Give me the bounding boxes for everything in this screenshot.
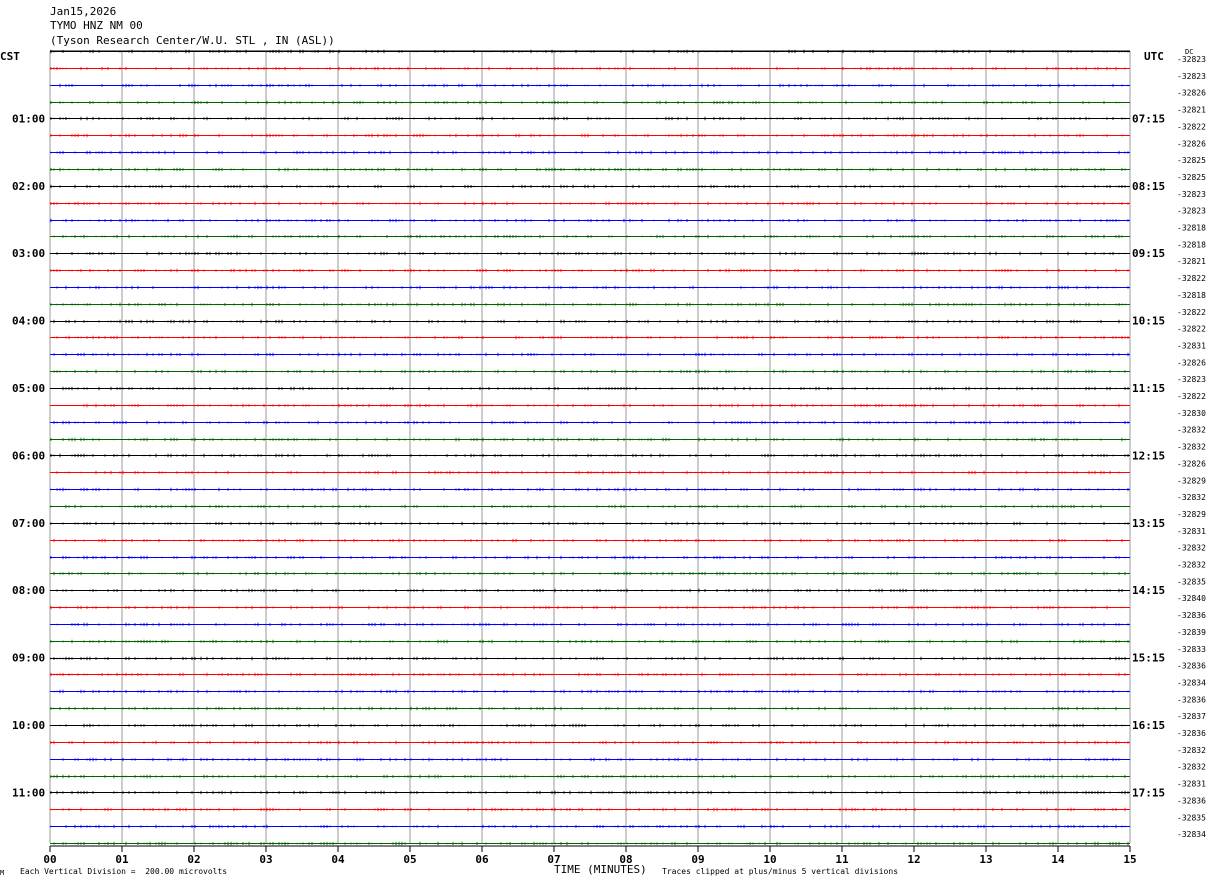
dc-offset-label: -32836: [1177, 695, 1206, 704]
x-tick-label: 02: [187, 853, 200, 866]
x-tick-label: 01: [115, 853, 129, 866]
left-hour-label: 06:00: [12, 449, 45, 462]
dc-offset-label: -32834: [1177, 678, 1206, 687]
dc-offset-label: -32822: [1177, 325, 1206, 334]
left-hour-label: 11:00: [12, 786, 45, 799]
x-tick-label: 05: [403, 853, 416, 866]
right-hour-label: 09:15: [1132, 247, 1165, 260]
dc-offset-label: -32826: [1177, 139, 1206, 148]
x-tick-label: 03: [259, 853, 272, 866]
dc-offset-label: -32823: [1177, 190, 1206, 199]
dc-offset-label: -32832: [1177, 763, 1206, 772]
left-hour-label: 10:00: [12, 719, 45, 732]
dc-offset-label: -32832: [1177, 493, 1206, 502]
left-hour-label: 01:00: [12, 112, 45, 125]
corner-mark: M: [0, 869, 5, 877]
dc-offset-label: -32836: [1177, 662, 1206, 671]
helicorder-plot: 00 01 02 03 04 05 06 07 08 09 10 11 12 13 14 1501:00 07:…: [12, 49, 1206, 866]
dc-offset-label: -32821: [1177, 257, 1206, 266]
left-hour-label: 02:00: [12, 180, 45, 193]
x-tick-label: 14: [1051, 853, 1065, 866]
dc-offset-label: -32826: [1177, 358, 1206, 367]
x-tick-label: 06: [475, 853, 489, 866]
right-hour-label: 12:15: [1132, 449, 1165, 462]
right-hour-label: 11:15: [1132, 382, 1165, 395]
dc-offset-label: -32832: [1177, 561, 1206, 570]
right-hour-label: 15:15: [1132, 652, 1165, 665]
dc-offset-label: -32839: [1177, 628, 1206, 637]
dc-offset-label: -32825: [1177, 173, 1206, 182]
dc-offset-label: -32832: [1177, 443, 1206, 452]
right-hour-label: 14:15: [1132, 584, 1165, 597]
dc-offset-label: -32836: [1177, 611, 1206, 620]
dc-offset-label: -32832: [1177, 746, 1206, 755]
x-axis-label: TIME (MINUTES): [554, 863, 647, 876]
left-hour-label: 04:00: [12, 315, 45, 328]
dc-offset-label: -32837: [1177, 712, 1206, 721]
x-tick-label: 12: [907, 853, 920, 866]
dc-offset-label: -32829: [1177, 476, 1206, 485]
dc-offset-label: -32830: [1177, 409, 1206, 418]
left-hour-label: 03:00: [12, 247, 45, 260]
left-hour-label: 08:00: [12, 584, 45, 597]
dc-offset-label: -32829: [1177, 510, 1206, 519]
dc-offset-label: -32836: [1177, 729, 1206, 738]
dc-offset-label: -32818: [1177, 291, 1206, 300]
x-tick-label: 04: [331, 853, 345, 866]
x-tick-label: 09: [691, 853, 704, 866]
dc-offset-label: -32825: [1177, 156, 1206, 165]
right-hour-label: 10:15: [1132, 315, 1165, 328]
dc-offset-label: -32818: [1177, 240, 1206, 249]
dc-offset-label: -32822: [1177, 308, 1206, 317]
right-hour-label: 08:15: [1132, 180, 1165, 193]
dc-offset-label: -32834: [1177, 830, 1206, 839]
dc-offset-label: -32822: [1177, 392, 1206, 401]
dc-offset-label: -32821: [1177, 106, 1206, 115]
left-hour-label: 07:00: [12, 517, 45, 530]
x-tick-label: 13: [979, 853, 992, 866]
vertical-scale-note: Each Vertical Division = 200.00 microvol…: [20, 867, 228, 876]
dc-offset-label: -32826: [1177, 459, 1206, 468]
dc-offset-label: -32832: [1177, 544, 1206, 553]
dc-offset-label: -32831: [1177, 341, 1206, 350]
dc-offset-label: -32831: [1177, 780, 1206, 789]
dc-offset-label: -32831: [1177, 527, 1206, 536]
x-tick-label: 15: [1123, 853, 1136, 866]
right-hour-label: 16:15: [1132, 719, 1165, 732]
left-hour-label: 09:00: [12, 652, 45, 665]
dc-offset-label: -32840: [1177, 594, 1206, 603]
right-hour-label: 07:15: [1132, 112, 1165, 125]
left-hour-label: 05:00: [12, 382, 45, 395]
dc-offset-label: -32823: [1177, 55, 1206, 64]
right-hour-label: 17:15: [1132, 786, 1165, 799]
dc-offset-label: -32833: [1177, 645, 1206, 654]
dc-offset-label: -32832: [1177, 426, 1206, 435]
dc-offset-label: -32823: [1177, 72, 1206, 81]
dc-offset-label: -32818: [1177, 224, 1206, 233]
dc-offset-label: -32822: [1177, 274, 1206, 283]
right-hour-label: 13:15: [1132, 517, 1165, 530]
x-tick-label: 00: [43, 853, 56, 866]
dc-offset-label: -32835: [1177, 577, 1206, 586]
x-tick-label: 11: [835, 853, 849, 866]
dc-offset-label: -32836: [1177, 796, 1206, 805]
dc-offset-label: -32822: [1177, 122, 1206, 131]
x-tick-label: 10: [763, 853, 776, 866]
dc-offset-label: -32826: [1177, 89, 1206, 98]
dc-offset-label: -32823: [1177, 375, 1206, 384]
dc-offset-label: -32835: [1177, 813, 1206, 822]
clip-note: Traces clipped at plus/minus 5 vertical …: [662, 867, 899, 876]
dc-offset-label: -32823: [1177, 207, 1206, 216]
